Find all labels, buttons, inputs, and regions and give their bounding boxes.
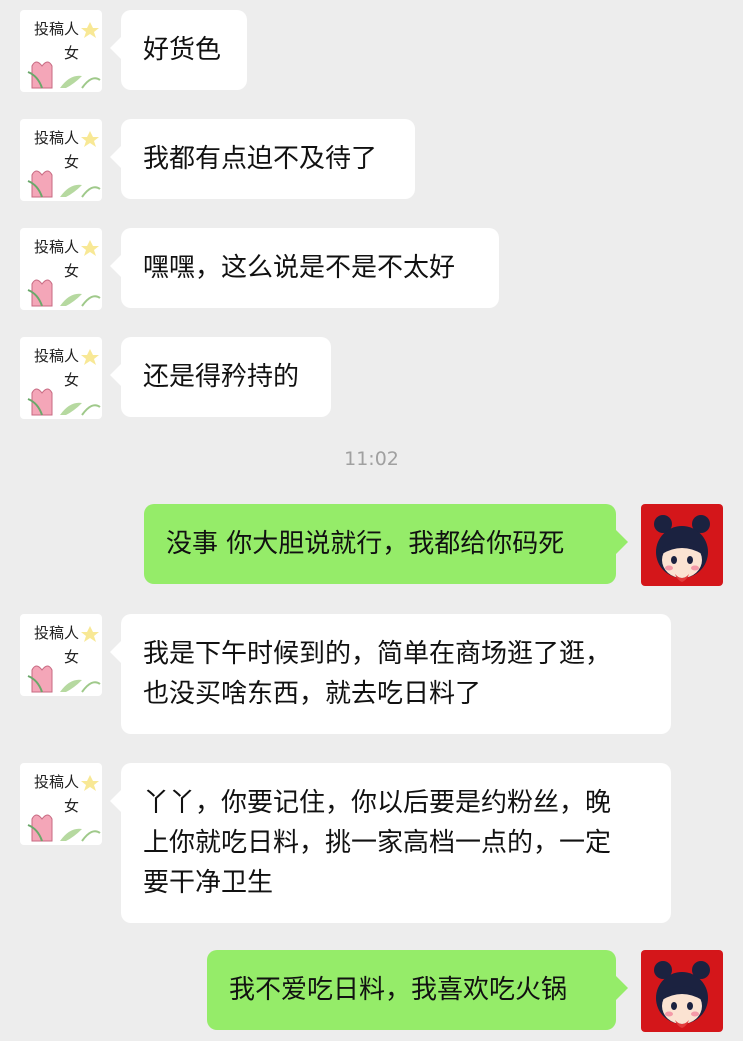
message-row: 投稿人 女 我是下午时候到的，简单在商场逛了逛， 也没买啥东西，就去吃日料了 [0,614,743,736]
chat-thread: 投稿人 女 好货色 投稿人 女 我都有点迫不及待了 投稿人 女 嘿嘿，这么说是不… [0,0,743,1041]
sender-avatar[interactable]: 投稿人 女 [20,10,102,92]
sender-avatar[interactable]: 投稿人 女 [20,763,102,845]
timestamp: 11:02 [344,448,399,470]
message-bubble[interactable]: 我是下午时候到的，简单在商场逛了逛， 也没买啥东西，就去吃日料了 [121,614,671,734]
message-bubble[interactable]: 好货色 [121,10,247,90]
sender-avatar[interactable]: 投稿人 女 [20,119,102,201]
message-bubble[interactable]: 丫丫，你要记住，你以后要是约粉丝，晚 上你就吃日料，挑一家高档一点的，一定 要干… [121,763,671,923]
bubble-tail [616,530,628,554]
sender-avatar[interactable]: 投稿人 女 [20,337,102,419]
my-avatar[interactable] [641,504,723,586]
message-row: 没事 你大胆说就行，我都给你码死 [0,504,743,586]
message-bubble[interactable]: 还是得矜持的 [121,337,331,417]
message-row: 投稿人 女 丫丫，你要记住，你以后要是约粉丝，晚 上你就吃日料，挑一家高档一点的… [0,763,743,923]
cartoon-girl-icon [654,515,710,582]
message-row: 投稿人 女 好货色 [0,10,743,92]
message-row: 投稿人 女 我都有点迫不及待了 [0,119,743,201]
message-bubble[interactable]: 我都有点迫不及待了 [121,119,415,199]
tulip-icon [27,626,101,693]
tulip-icon [27,22,101,89]
bubble-tail [616,976,628,1000]
my-avatar[interactable] [641,950,723,1032]
tulip-icon [27,240,101,307]
message-bubble[interactable]: 没事 你大胆说就行，我都给你码死 [144,504,616,584]
message-row: 投稿人 女 嘿嘿，这么说是不是不太好 [0,228,743,310]
tulip-icon [27,775,101,842]
message-row: 投稿人 女 还是得矜持的 [0,337,743,419]
sender-avatar[interactable]: 投稿人 女 [20,228,102,310]
tulip-icon [27,349,101,416]
tulip-icon [27,131,101,198]
sender-avatar[interactable]: 投稿人 女 [20,614,102,696]
cartoon-girl-icon [654,961,710,1028]
message-bubble[interactable]: 嘿嘿，这么说是不是不太好 [121,228,499,308]
message-bubble[interactable]: 我不爱吃日料，我喜欢吃火锅 [207,950,616,1030]
message-row: 我不爱吃日料，我喜欢吃火锅 [0,950,743,1032]
